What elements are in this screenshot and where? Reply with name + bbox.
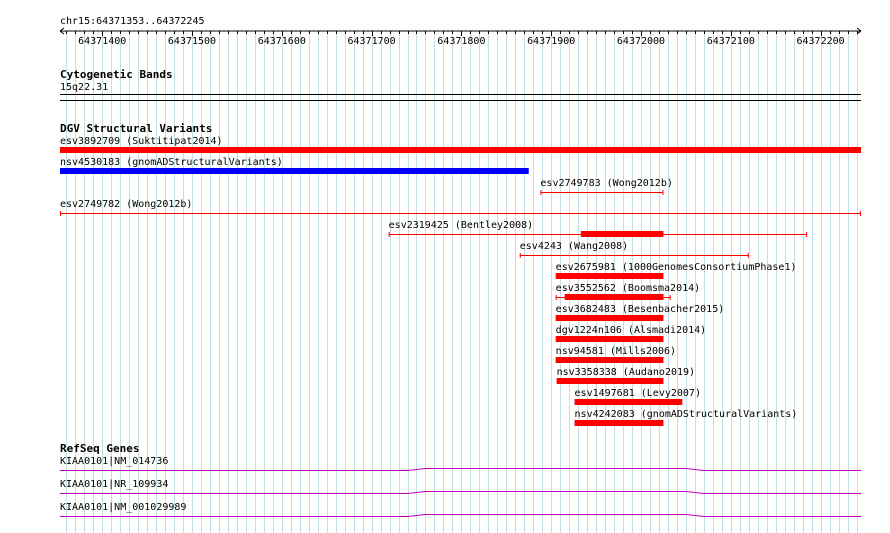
dgv-variant-bar <box>555 273 664 279</box>
dgv-variant-label: nsv4530183 (gnomADStructuralVariants) <box>60 157 283 168</box>
dgv-variant[interactable]: nsv3358338 (Audano2019) <box>556 367 695 384</box>
dgv-variant-label: esv2749783 (Wong2012b) <box>540 178 672 189</box>
dgv-variant-bar <box>555 315 664 321</box>
dgv-variant-bar <box>574 399 683 405</box>
dgv-variant-core <box>580 231 664 237</box>
location-label: chr15:64371353..64372245 <box>60 16 205 27</box>
dgv-variant-label: esv3552562 (Boomsma2014) <box>556 283 701 294</box>
dgv-variant-label: esv3682483 (Besenbacher2015) <box>556 304 725 315</box>
dgv-variant[interactable]: esv3682483 (Besenbacher2015) <box>555 304 725 321</box>
dgv-variant[interactable]: nsv4242083 (gnomADStructuralVariants) <box>574 409 798 426</box>
dgv-variant[interactable]: esv4243 (Wang2008) <box>519 241 749 258</box>
ruler-tick-label: 64371800 <box>437 36 485 47</box>
dgv-variant-label: esv2749782 (Wong2012b) <box>60 199 192 210</box>
ruler-tick-label: 64372000 <box>617 36 665 47</box>
dgv-variant-bar <box>556 378 664 384</box>
ruler-tick-label: 64371900 <box>527 36 575 47</box>
track-title-cytogenetic-bands: Cytogenetic Bands <box>60 68 173 81</box>
dgv-variant-label: esv2319425 (Bentley2008) <box>389 220 534 231</box>
refseq-gene-label: KIAA0101|NR_109934 <box>60 479 168 490</box>
ruler-tick-label: 64371400 <box>78 36 126 47</box>
dgv-variant[interactable]: esv3552562 (Boomsma2014) <box>555 283 701 300</box>
ruler: chr15:64371353..64372245 64371400 6437150… <box>59 16 862 47</box>
dgv-variant[interactable]: esv1497681 (Levy2007) <box>574 388 701 405</box>
dgv-variant-label: esv1497681 (Levy2007) <box>575 388 701 399</box>
dgv-variant[interactable]: nsv4530183 (gnomADStructuralVariants) <box>60 157 529 174</box>
dgv-variant-bar <box>555 336 664 342</box>
dgv-variant-label: nsv4242083 (gnomADStructuralVariants) <box>575 409 798 420</box>
dgv-variant-label: nsv94581 (Mills2006) <box>556 346 676 357</box>
dgv-variant-bar <box>574 420 664 426</box>
track-title-refseq: RefSeq Genes <box>60 442 139 455</box>
refseq-gene-label: KIAA0101|NM_014736 <box>60 456 168 467</box>
dgv-variant[interactable]: esv2749783 (Wong2012b) <box>540 178 673 195</box>
dgv-variant-bar <box>60 147 861 153</box>
dgv-variant-core <box>564 294 664 300</box>
dgv-variant[interactable]: dgv1224n106 (Alsmadi2014) <box>555 325 707 342</box>
dgv-variant-label: esv2675981 (1000GenomesConsortiumPhase1) <box>556 262 797 273</box>
dgv-variant-label: esv4243 (Wang2008) <box>520 241 628 252</box>
ruler-tick-label: 64371500 <box>168 36 216 47</box>
dgv-variant-label: nsv3358338 (Audano2019) <box>557 367 695 378</box>
ruler-tick-label: 64372200 <box>797 36 845 47</box>
dgv-variant[interactable]: esv2675981 (1000GenomesConsortiumPhase1) <box>555 262 797 279</box>
dgv-variant-bar <box>555 357 664 363</box>
dgv-variant-label: dgv1224n106 (Alsmadi2014) <box>556 325 707 336</box>
ruler-tick-label: 64372100 <box>707 36 755 47</box>
ruler-tick-label: 64371600 <box>258 36 306 47</box>
cytoband-label: 15q22.31 <box>60 82 108 93</box>
refseq-gene-label: KIAA0101|NM_001029989 <box>60 502 186 513</box>
genome-browser-view: chr15:64371353..64372245 64371400 6437150… <box>59 16 862 533</box>
background-grid <box>66 33 858 533</box>
ruler-ticks: 64371400 64371500 64371600 64371700 64371800… <box>66 31 858 47</box>
ruler-tick-label: 64371700 <box>348 36 396 47</box>
track-title-dgv: DGV Structural Variants <box>60 122 212 135</box>
dgv-variant[interactable]: nsv94581 (Mills2006) <box>555 346 676 363</box>
dgv-variant-label: esv3892709 (Suktitipat2014) <box>60 136 223 147</box>
dgv-variant[interactable]: esv2319425 (Bentley2008) <box>388 220 808 237</box>
dgv-variant-bar <box>60 168 529 174</box>
